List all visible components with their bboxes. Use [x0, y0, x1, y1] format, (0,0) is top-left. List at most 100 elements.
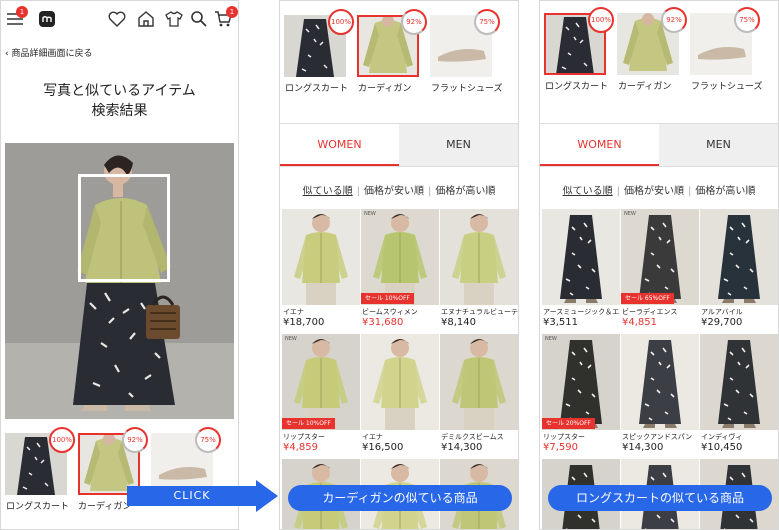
tab-men[interactable]: MEN [659, 124, 778, 166]
product-image[interactable] [621, 334, 699, 430]
match-score-badge: 92% [401, 9, 427, 35]
match-score-badge: 75% [734, 7, 760, 33]
product-card[interactable]: エヌナチュラルビューテ... ¥8,140 [440, 209, 518, 331]
product-image[interactable] [440, 334, 518, 430]
product-card[interactable]: NEW セール 10%OFF リップスター ¥4,859 [282, 334, 360, 456]
page-title-line1: 写真と似ているアイテム [43, 83, 196, 99]
thumb-label: フラットシューズ [431, 84, 503, 94]
product-card[interactable]: NEW セール 20%OFF リップスター ¥7,590 [542, 334, 620, 456]
product-card[interactable]: アースミュージック＆エ... ¥3,511 [542, 209, 620, 331]
new-badge: NEW [545, 336, 557, 342]
logo-icon[interactable] [37, 9, 57, 29]
product-brand: ビーラディエンス [622, 308, 678, 316]
product-card[interactable]: インディヴィ ¥10,450 [700, 334, 778, 456]
product-image[interactable] [361, 334, 439, 430]
product-card[interactable]: NEW セール 10%OFF ビームスウィメン ¥31,680 [361, 209, 439, 331]
menu-badge: 1 [16, 6, 28, 18]
product-brand: イエナ [283, 308, 304, 316]
product-price: ¥16,500 [362, 442, 404, 453]
match-score-badge: 75% [195, 427, 221, 453]
sale-badge: セール 10%OFF [282, 418, 335, 429]
product-brand: ビームスウィメン [362, 308, 418, 316]
click-callout-arrow: CLICK [127, 480, 280, 512]
product-image[interactable] [700, 209, 778, 305]
thumb-label: フラットシューズ [691, 82, 763, 92]
page-title-line2: 検索結果 [91, 103, 148, 119]
thumb-skirt[interactable]: 100% [544, 7, 614, 75]
product-brand: リップスター [543, 433, 585, 441]
product-brand: デミルクスビームス [441, 433, 504, 441]
match-score-badge: 92% [661, 7, 687, 33]
thumb-shoes[interactable]: 75% [690, 7, 760, 75]
product-brand: イエナ [362, 433, 383, 441]
sort-divider: | [616, 186, 620, 197]
product-card[interactable]: スピックアンドスパン ¥14,300 [621, 334, 699, 456]
tab-women[interactable]: WOMEN [280, 124, 399, 166]
cardigan-results-screen: 100% ロングスカート 92% カーディガン 75% フラットシューズ WOMEN MEN 似… [279, 0, 519, 530]
sort-option[interactable]: 似ている順 [301, 186, 355, 197]
match-score-badge: 75% [474, 9, 500, 35]
product-image[interactable] [361, 209, 439, 305]
product-price: ¥31,680 [362, 317, 404, 328]
thumb-label: カーディガン [78, 502, 132, 512]
product-card[interactable]: NEW セール 65%OFF ビーラディエンス ¥4,851 [621, 209, 699, 331]
thumb-label: カーディガン [358, 84, 412, 94]
product-image[interactable] [700, 334, 778, 430]
sort-option[interactable]: 価格が安い順 [622, 186, 686, 197]
sale-badge: セール 20%OFF [542, 418, 595, 429]
sort-option[interactable]: 価格が高い順 [693, 186, 757, 197]
product-card[interactable]: デミルクスビームス ¥14,300 [440, 334, 518, 456]
new-badge: NEW [285, 336, 297, 342]
product-brand: スピックアンドスパン [622, 433, 693, 441]
new-badge: NEW [624, 211, 636, 217]
thumb-label: ロングスカート [545, 82, 609, 92]
match-score-badge: 100% [588, 7, 614, 33]
match-score-badge: 100% [49, 427, 75, 453]
sort-option[interactable]: 価格が高い順 [433, 186, 497, 197]
product-price: ¥10,450 [701, 442, 743, 453]
product-brand: インディヴィ [701, 433, 743, 441]
search-icon[interactable] [189, 9, 209, 29]
tab-men[interactable]: MEN [399, 124, 518, 166]
sort-option[interactable]: 価格が安い順 [362, 186, 426, 197]
sort-divider: | [356, 186, 360, 197]
product-card[interactable]: イエナ ¥18,700 [282, 209, 360, 331]
thumb-label: ロングスカート [6, 502, 70, 512]
sort-options: 似ている順 | 価格が安い順 | 価格が高い順 [540, 182, 778, 197]
match-score-badge: 92% [122, 427, 148, 453]
home-icon[interactable] [136, 9, 156, 29]
thumb-shoes[interactable]: 75% [430, 9, 500, 77]
sort-option[interactable]: 似ている順 [561, 186, 615, 197]
product-price: ¥4,851 [622, 317, 657, 328]
product-image[interactable] [282, 334, 360, 430]
product-image[interactable] [621, 209, 699, 305]
shirt-icon[interactable] [164, 9, 184, 29]
sale-badge: セール 10%OFF [361, 293, 414, 304]
back-link-label: 商品詳細画面に戻る [11, 49, 93, 59]
product-card[interactable]: イエナ ¥16,500 [361, 334, 439, 456]
caption-skirt-results: ロングスカートの似ている商品 [548, 485, 772, 511]
product-image[interactable] [542, 209, 620, 305]
thumb-skirt[interactable]: 100% [5, 427, 75, 495]
product-brand: アースミュージック＆エ... [543, 308, 620, 316]
thumb-label: カーディガン [618, 82, 672, 92]
product-image[interactable] [440, 209, 518, 305]
product-brand: アルアバイル [701, 308, 743, 316]
thumb-cardigan[interactable]: 92% [617, 7, 687, 75]
query-photo [5, 143, 234, 419]
product-price: ¥8,140 [441, 317, 476, 328]
product-card[interactable]: アルアバイル ¥29,700 [700, 209, 778, 331]
tab-women[interactable]: WOMEN [540, 124, 659, 166]
new-badge: NEW [364, 211, 376, 217]
thumb-cardigan[interactable]: 92% [357, 9, 427, 77]
product-image[interactable] [542, 334, 620, 430]
product-price: ¥14,300 [622, 442, 664, 453]
selected-region-box[interactable] [78, 174, 170, 282]
back-link[interactable]: ‹ 商品詳細画面に戻る [5, 46, 92, 59]
thumb-skirt[interactable]: 100% [284, 9, 354, 77]
heart-icon[interactable] [107, 9, 127, 29]
app-header: 1 1 [1, 1, 238, 35]
thumb-label: ロングスカート [285, 84, 349, 94]
product-image[interactable] [282, 209, 360, 305]
arrow-head-icon [256, 480, 278, 512]
